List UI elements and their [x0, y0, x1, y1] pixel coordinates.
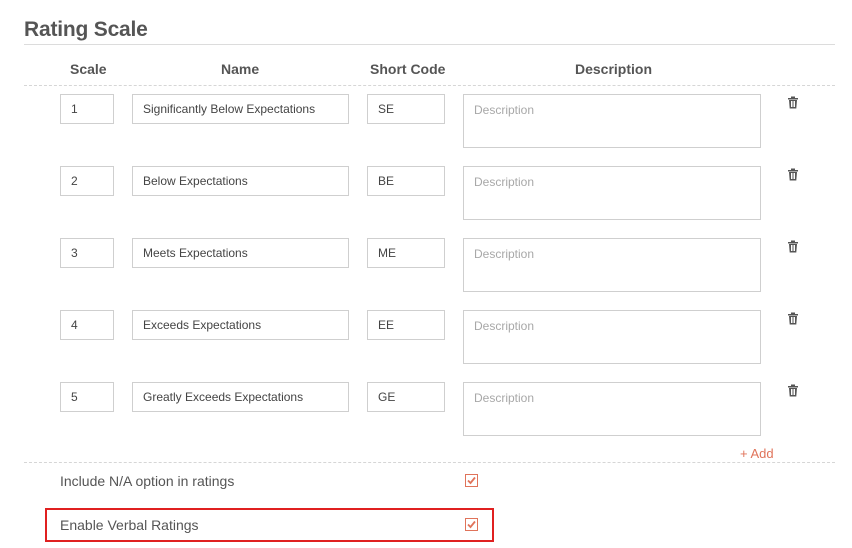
- column-header-name: Name: [221, 61, 260, 77]
- include-na-label: Include N/A option in ratings: [60, 473, 235, 489]
- trash-icon[interactable]: [787, 96, 801, 110]
- name-input[interactable]: [132, 94, 349, 124]
- trash-icon[interactable]: [787, 240, 801, 254]
- scale-input[interactable]: [60, 238, 114, 268]
- name-input[interactable]: [132, 382, 349, 412]
- page-title: Rating Scale: [24, 18, 148, 41]
- verbal-ratings-checkbox[interactable]: [465, 518, 478, 531]
- name-input[interactable]: [132, 310, 349, 340]
- short-code-input[interactable]: [367, 238, 445, 268]
- description-textarea[interactable]: [463, 310, 761, 364]
- name-input[interactable]: [132, 166, 349, 196]
- description-textarea[interactable]: [463, 382, 761, 436]
- trash-icon[interactable]: [787, 312, 801, 326]
- description-textarea[interactable]: [463, 94, 761, 148]
- include-na-checkbox[interactable]: [465, 474, 478, 487]
- header-divider: [24, 85, 835, 86]
- trash-icon[interactable]: [787, 384, 801, 398]
- column-header-description: Description: [575, 61, 653, 77]
- name-input[interactable]: [132, 238, 349, 268]
- checkmark-icon: [467, 520, 476, 529]
- description-textarea[interactable]: [463, 166, 761, 220]
- scale-input[interactable]: [60, 166, 114, 196]
- scale-input[interactable]: [60, 94, 114, 124]
- short-code-input[interactable]: [367, 310, 445, 340]
- trash-icon[interactable]: [787, 168, 801, 182]
- verbal-ratings-label: Enable Verbal Ratings: [60, 517, 199, 533]
- column-header-short-code: Short Code: [370, 61, 446, 77]
- checkmark-icon: [467, 476, 476, 485]
- column-header-scale: Scale: [70, 61, 107, 77]
- short-code-input[interactable]: [367, 166, 445, 196]
- add-row-link[interactable]: + Add: [740, 446, 774, 461]
- description-textarea[interactable]: [463, 238, 761, 292]
- short-code-input[interactable]: [367, 382, 445, 412]
- options-divider: [24, 462, 835, 463]
- short-code-input[interactable]: [367, 94, 445, 124]
- title-divider: [24, 44, 835, 45]
- scale-input[interactable]: [60, 310, 114, 340]
- scale-input[interactable]: [60, 382, 114, 412]
